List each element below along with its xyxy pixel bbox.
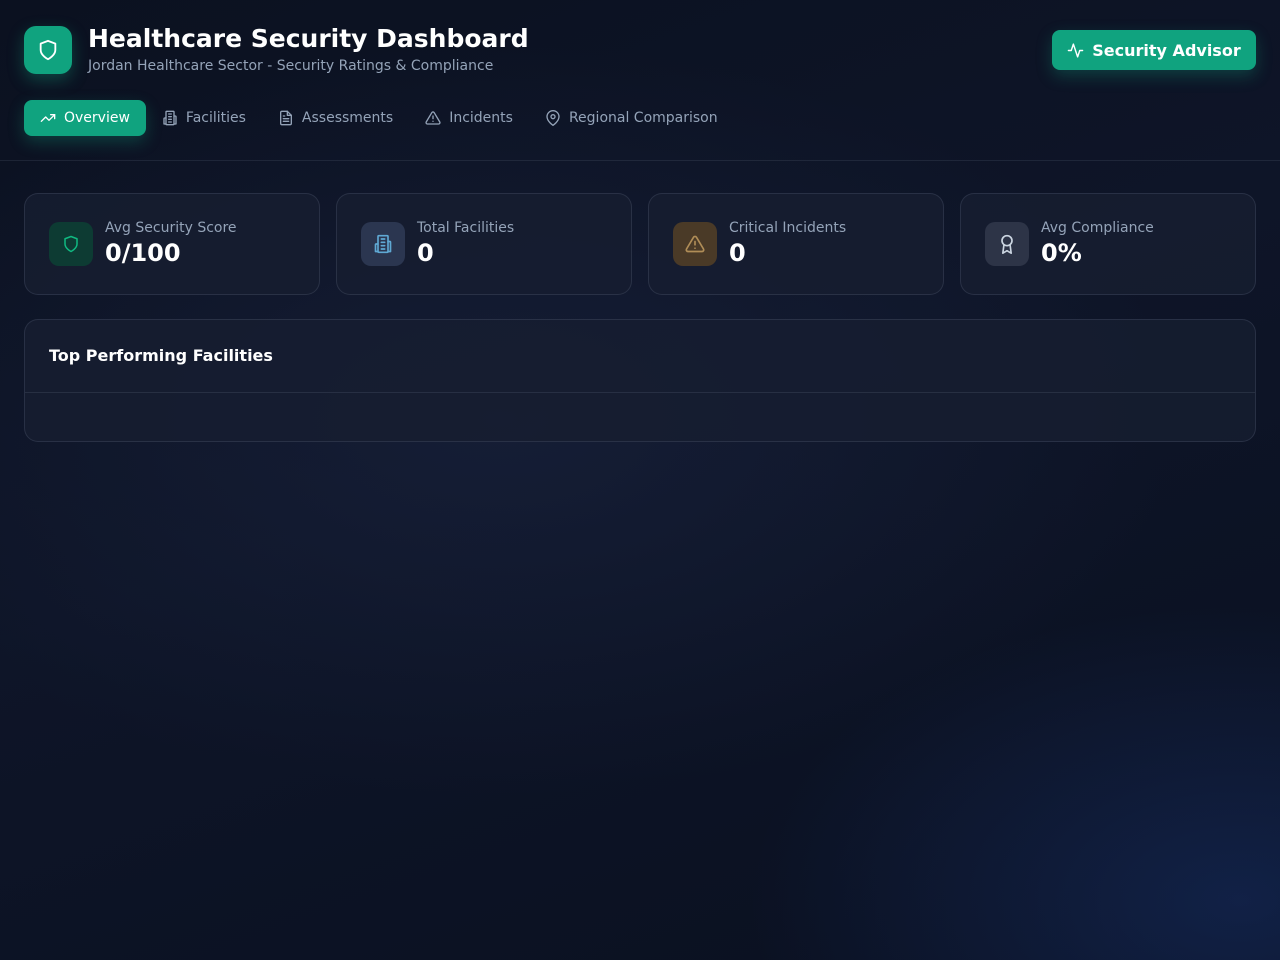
- tab-overview[interactable]: Overview: [24, 100, 146, 136]
- tab-facilities[interactable]: Facilities: [146, 100, 262, 136]
- tab-label: Incidents: [449, 110, 513, 126]
- stat-value: 0: [729, 239, 746, 267]
- stat-card-avg-compliance: Avg Compliance 0%: [960, 193, 1256, 295]
- stat-card-total-facilities: Total Facilities 0: [336, 193, 632, 295]
- top-performing-facilities-panel: Top Performing Facilities: [24, 319, 1256, 442]
- stat-icon-box: [361, 222, 405, 266]
- stat-card-avg-security-score: Avg Security Score 0/100: [24, 193, 320, 295]
- stat-value: 0: [417, 239, 434, 267]
- panel-divider: [25, 392, 1255, 393]
- security-advisor-label: Security Advisor: [1092, 40, 1241, 60]
- file-text-icon: [278, 110, 294, 126]
- stat-icon-box: [673, 222, 717, 266]
- alert-triangle-icon: [685, 235, 705, 253]
- security-advisor-button[interactable]: Security Advisor: [1052, 30, 1256, 70]
- tab-label: Assessments: [301, 110, 394, 126]
- app-header: Healthcare Security Dashboard Jordan Hea…: [0, 0, 1280, 161]
- page-subtitle: Jordan Healthcare Sector - Security Rati…: [88, 58, 494, 74]
- stat-label: Avg Security Score: [105, 220, 237, 236]
- main-tabs: Overview Facilities Assessments Incident…: [24, 100, 734, 136]
- shield-icon: [64, 235, 78, 253]
- tab-label: Regional Comparison: [568, 110, 718, 126]
- stat-label: Total Facilities: [417, 220, 515, 236]
- map-pin-icon: [545, 110, 561, 126]
- stat-card-critical-incidents: Critical Incidents 0: [648, 193, 944, 295]
- page-title: Healthcare Security Dashboard: [88, 24, 529, 53]
- activity-icon: [1067, 42, 1084, 58]
- stat-value: 0%: [1041, 239, 1082, 267]
- shield-icon: [39, 39, 57, 61]
- trending-up-icon: [40, 110, 56, 126]
- award-icon: [1001, 234, 1013, 254]
- building-icon: [162, 110, 178, 126]
- panel-title: Top Performing Facilities: [49, 346, 273, 365]
- tab-label: Facilities: [185, 110, 246, 126]
- stat-label: Avg Compliance: [1041, 220, 1154, 236]
- tab-assessments[interactable]: Assessments: [262, 100, 409, 136]
- tab-regional-comparison[interactable]: Regional Comparison: [529, 100, 734, 136]
- stat-label: Critical Incidents: [729, 220, 847, 236]
- app-logo: [24, 26, 72, 74]
- building-icon: [374, 234, 392, 254]
- stat-icon-box: [49, 222, 93, 266]
- stat-value: 0/100: [105, 239, 181, 267]
- tab-incidents[interactable]: Incidents: [409, 100, 529, 136]
- stat-icon-box: [985, 222, 1029, 266]
- tab-label: Overview: [64, 110, 130, 126]
- alert-triangle-icon: [425, 110, 441, 126]
